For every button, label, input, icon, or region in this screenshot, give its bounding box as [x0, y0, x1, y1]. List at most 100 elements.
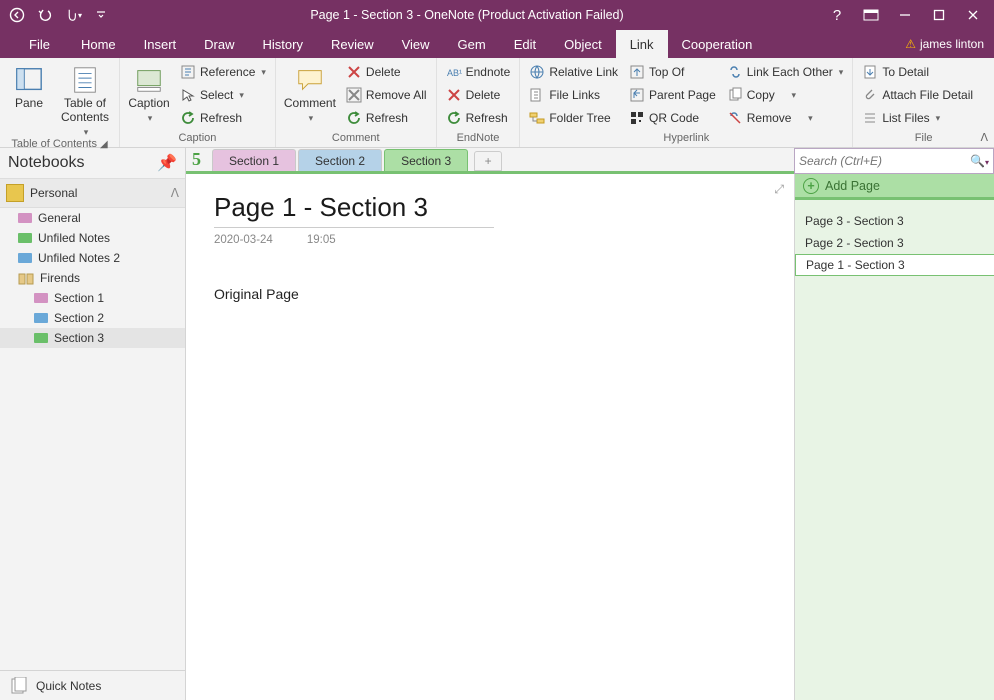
- search-box[interactable]: 🔍▾: [794, 148, 994, 174]
- tab-draw[interactable]: Draw: [190, 30, 248, 58]
- tab-file[interactable]: File: [12, 30, 67, 58]
- parent-page-button[interactable]: Parent Page: [625, 84, 720, 106]
- user-account[interactable]: ⚠ james linton: [895, 30, 994, 58]
- close-button[interactable]: [956, 2, 990, 28]
- search-input[interactable]: [799, 154, 970, 168]
- endnote-button[interactable]: AB¹Endnote: [442, 61, 515, 83]
- ribbon-group-caption: Caption▾ Reference▾ Select▾ Refresh Capt…: [120, 58, 276, 147]
- back-button[interactable]: [4, 2, 30, 28]
- ribbon-group-file: To Detail Attach File Detail List Files▾…: [853, 58, 994, 147]
- help-button[interactable]: ?: [820, 2, 854, 28]
- qr-code-button[interactable]: QR Code: [625, 107, 720, 129]
- search-icon[interactable]: 🔍▾: [970, 154, 989, 168]
- caption-refresh-button[interactable]: Refresh: [176, 107, 270, 129]
- section-tab-1[interactable]: Section 1: [212, 149, 296, 171]
- tab-insert[interactable]: Insert: [130, 30, 191, 58]
- ribbon-group-toc: Pane Table of Contents▾ Table of Content…: [0, 58, 120, 147]
- ribbon-group-endnote: AB¹Endnote Delete Refresh EndNote: [437, 58, 521, 147]
- page-list-item[interactable]: Page 1 - Section 3: [795, 254, 994, 276]
- file-links-button[interactable]: File Links: [525, 84, 622, 106]
- window-controls: ?: [820, 2, 990, 28]
- page-date[interactable]: 2020-03-24: [214, 234, 273, 246]
- section-color-icon: [34, 333, 48, 343]
- attach-file-detail-button[interactable]: Attach File Detail: [858, 84, 977, 106]
- comment-button[interactable]: Comment▾: [281, 61, 339, 123]
- section-tab-3[interactable]: Section 3: [384, 149, 468, 171]
- warning-icon: ⚠: [905, 37, 916, 51]
- tab-review[interactable]: Review: [317, 30, 388, 58]
- page-title[interactable]: Page 1 - Section 3: [214, 192, 494, 228]
- tab-gem[interactable]: Gem: [444, 30, 500, 58]
- section-color-icon: [18, 233, 32, 243]
- list-files-button[interactable]: List Files▾: [858, 107, 977, 129]
- quick-notes-button[interactable]: Quick Notes: [0, 670, 185, 700]
- ribbon: Pane Table of Contents▾ Table of Content…: [0, 58, 994, 148]
- add-page-button[interactable]: + Add Page: [795, 174, 994, 200]
- collapse-ribbon-button[interactable]: ᐱ: [980, 131, 988, 144]
- page-area: ⤢ Page 1 - Section 3 2020-03-24 19:05 Or…: [186, 174, 994, 700]
- endnote-delete-button[interactable]: Delete: [442, 84, 515, 106]
- tab-cooperation[interactable]: Cooperation: [668, 30, 767, 58]
- caption-button[interactable]: Caption▾: [125, 61, 173, 123]
- tab-edit[interactable]: Edit: [500, 30, 550, 58]
- section-2[interactable]: Section 2: [0, 308, 185, 328]
- notebook-personal[interactable]: Personal ᐱ: [0, 178, 185, 208]
- page-body-text[interactable]: Original Page: [214, 286, 766, 302]
- undo-button[interactable]: [32, 2, 58, 28]
- page-time[interactable]: 19:05: [307, 234, 336, 246]
- copy-button[interactable]: Copy ▾: [723, 84, 848, 106]
- section-1[interactable]: Section 1: [0, 288, 185, 308]
- tab-view[interactable]: View: [388, 30, 444, 58]
- minimize-button[interactable]: [888, 2, 922, 28]
- pin-icon[interactable]: 📌: [157, 153, 177, 173]
- page-list-pane: + Add Page Page 3 - Section 3 Page 2 - S…: [794, 174, 994, 700]
- comment-refresh-button[interactable]: Refresh: [342, 107, 431, 129]
- table-of-contents-button[interactable]: Table of Contents▾: [56, 61, 114, 137]
- tab-link[interactable]: Link: [616, 30, 668, 58]
- remove-button[interactable]: Remove ▾: [723, 107, 848, 129]
- comment-remove-all-button[interactable]: Remove All: [342, 84, 431, 106]
- fullscreen-icon[interactable]: ⤢: [774, 182, 784, 197]
- select-button[interactable]: Select▾: [176, 84, 270, 106]
- page-list-item[interactable]: Page 2 - Section 3: [795, 232, 994, 254]
- title-bar: ▾ Page 1 - Section 3 - OneNote (Product …: [0, 0, 994, 30]
- notebook-icon: [6, 184, 24, 202]
- top-of-button[interactable]: Top Of: [625, 61, 720, 83]
- section-3[interactable]: Section 3: [0, 328, 185, 348]
- page-canvas[interactable]: ⤢ Page 1 - Section 3 2020-03-24 19:05 Or…: [186, 174, 794, 700]
- maximize-button[interactable]: [922, 2, 956, 28]
- tab-history[interactable]: History: [249, 30, 317, 58]
- add-section-tab-button[interactable]: +: [474, 151, 502, 171]
- qat-customize-button[interactable]: [88, 2, 114, 28]
- gem-badge-icon: 5: [192, 149, 201, 170]
- touch-mode-button[interactable]: ▾: [60, 2, 86, 28]
- quick-access-toolbar: ▾: [4, 2, 114, 28]
- to-detail-button[interactable]: To Detail: [858, 61, 977, 83]
- main-area: 5 Section 1 Section 2 Section 3 + 🔍▾ ⤢ P…: [186, 148, 994, 700]
- folder-tree-button[interactable]: Folder Tree: [525, 107, 622, 129]
- window-title: Page 1 - Section 3 - OneNote (Product Ac…: [114, 8, 820, 22]
- pane-button[interactable]: Pane: [5, 61, 53, 111]
- content-area: Notebooks 📌 Personal ᐱ General Unfiled N…: [0, 148, 994, 700]
- section-general[interactable]: General: [0, 208, 185, 228]
- endnote-refresh-button[interactable]: Refresh: [442, 107, 515, 129]
- section-tabs: 5 Section 1 Section 2 Section 3 +: [186, 148, 794, 174]
- relative-link-button[interactable]: Relative Link: [525, 61, 622, 83]
- toc-dialog-launcher[interactable]: ◢: [100, 139, 108, 150]
- section-unfiled-notes-2[interactable]: Unfiled Notes 2: [0, 248, 185, 268]
- section-unfiled-notes[interactable]: Unfiled Notes: [0, 228, 185, 248]
- reference-button[interactable]: Reference▾: [176, 61, 270, 83]
- ribbon-group-comment: Comment▾ Delete Remove All Refresh Comme…: [276, 58, 437, 147]
- link-each-other-button[interactable]: Link Each Other▾: [723, 61, 848, 83]
- page-list: Page 3 - Section 3 Page 2 - Section 3 Pa…: [795, 200, 994, 700]
- page-list-item[interactable]: Page 3 - Section 3: [795, 210, 994, 232]
- tab-object[interactable]: Object: [550, 30, 616, 58]
- section-color-icon: [18, 213, 32, 223]
- tab-home[interactable]: Home: [67, 30, 130, 58]
- section-color-icon: [34, 293, 48, 303]
- section-tab-2[interactable]: Section 2: [298, 149, 382, 171]
- comment-delete-button[interactable]: Delete: [342, 61, 431, 83]
- display-mode-button[interactable]: [854, 2, 888, 28]
- section-group-firends[interactable]: Firends: [0, 268, 185, 288]
- ribbon-group-hyperlink: Relative Link File Links Folder Tree Top…: [520, 58, 853, 147]
